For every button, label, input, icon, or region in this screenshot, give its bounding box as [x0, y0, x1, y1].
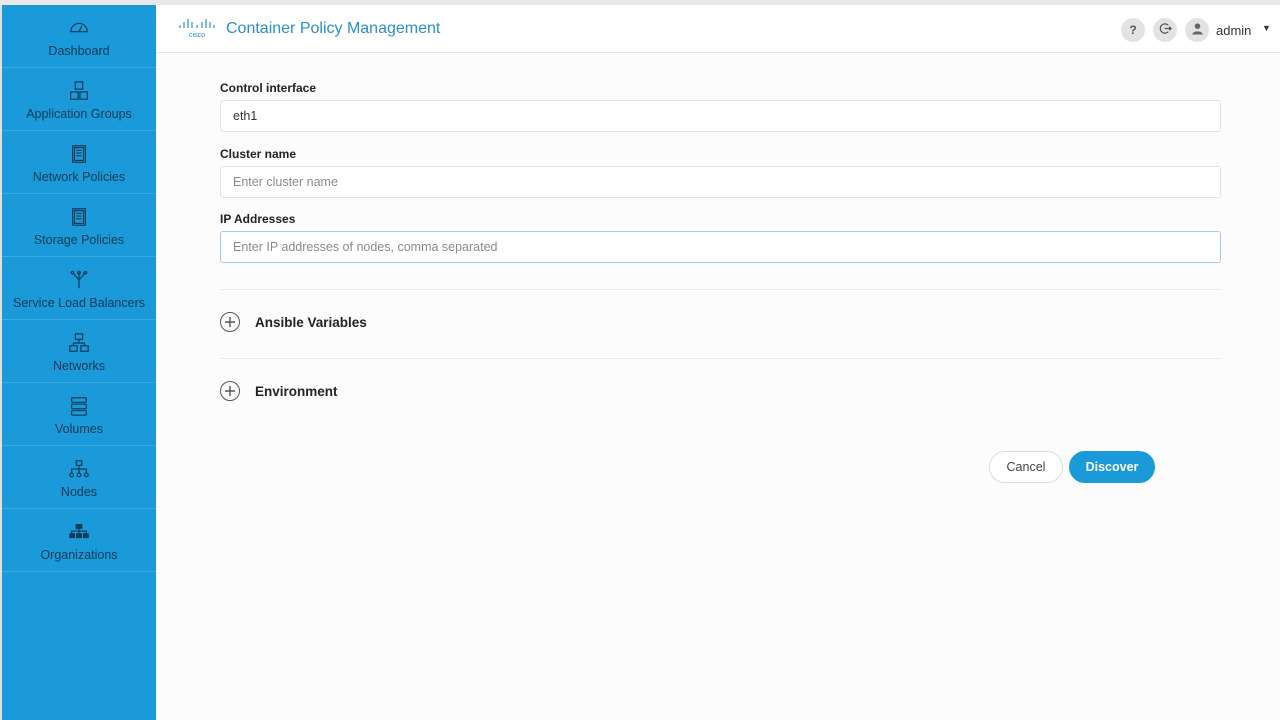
sidebar-item-nodes[interactable]: Nodes: [2, 446, 156, 509]
help-icon: ?: [1129, 23, 1137, 37]
sidebar-item-label: Application Groups: [26, 107, 132, 121]
sidebar: Dashboard Application Groups Network Pol…: [0, 5, 156, 720]
divider: [220, 358, 1221, 359]
logout-button[interactable]: [1153, 18, 1177, 42]
section-label: Environment: [255, 383, 338, 399]
discover-button[interactable]: Discover: [1069, 451, 1155, 483]
cancel-button[interactable]: Cancel: [989, 451, 1063, 483]
sidebar-item-network-policies[interactable]: Network Policies: [2, 131, 156, 194]
top-header: cisco Container Policy Management ? admi…: [156, 5, 1280, 53]
sidebar-item-label: Volumes: [55, 422, 103, 436]
volumes-icon: [67, 394, 91, 418]
cluster-name-input[interactable]: [220, 166, 1221, 198]
cisco-logo: cisco: [178, 17, 216, 39]
ansible-variables-section-toggle[interactable]: Ansible Variables: [220, 310, 367, 334]
ip-addresses-input[interactable]: [220, 231, 1221, 263]
policy-document-icon: [67, 142, 91, 166]
chevron-down-icon[interactable]: ▼: [1262, 23, 1271, 33]
sidebar-item-service-load-balancers[interactable]: Service Load Balancers: [2, 257, 156, 320]
control-interface-input[interactable]: [220, 100, 1221, 132]
environment-section-toggle[interactable]: Environment: [220, 379, 338, 403]
divider: [220, 289, 1221, 290]
sidebar-item-networks[interactable]: Networks: [2, 320, 156, 383]
user-avatar[interactable]: [1185, 18, 1209, 42]
gauge-icon: [67, 16, 91, 40]
sidebar-item-label: Organizations: [40, 548, 118, 562]
svg-text:cisco: cisco: [189, 32, 205, 39]
organizations-icon: [67, 520, 91, 544]
cluster-name-label: Cluster name: [220, 147, 297, 161]
section-label: Ansible Variables: [255, 314, 367, 330]
sidebar-item-dashboard[interactable]: Dashboard: [2, 5, 156, 68]
nodes-icon: [67, 457, 91, 481]
sidebar-item-volumes[interactable]: Volumes: [2, 383, 156, 446]
control-interface-label: Control interface: [220, 81, 317, 95]
plus-circle-icon: [220, 312, 240, 332]
sidebar-item-label: Network Policies: [32, 170, 126, 184]
sidebar-item-organizations[interactable]: Organizations: [2, 509, 156, 572]
sidebar-item-storage-policies[interactable]: Storage Policies: [2, 194, 156, 257]
sidebar-item-label: Storage Policies: [33, 233, 125, 247]
app-title: Container Policy Management: [226, 20, 441, 37]
app-groups-icon: [67, 79, 91, 103]
sidebar-item-label: Service Load Balancers: [12, 296, 146, 310]
sidebar-item-application-groups[interactable]: Application Groups: [2, 68, 156, 131]
plus-circle-icon: [220, 381, 240, 401]
help-button[interactable]: ?: [1121, 18, 1145, 42]
storage-document-icon: [67, 205, 91, 229]
ip-addresses-label: IP Addresses: [220, 212, 296, 226]
sidebar-item-label: Nodes: [60, 485, 98, 499]
sidebar-item-label: Dashboard: [48, 44, 110, 58]
network-icon: [67, 331, 91, 355]
user-menu-label[interactable]: admin: [1216, 23, 1251, 38]
load-balancer-icon: [67, 268, 91, 292]
logout-icon: [1159, 22, 1172, 38]
main-content: Control interface Cluster name IP Addres…: [156, 53, 1280, 720]
user-icon: [1191, 22, 1204, 38]
sidebar-item-label: Networks: [52, 359, 106, 373]
